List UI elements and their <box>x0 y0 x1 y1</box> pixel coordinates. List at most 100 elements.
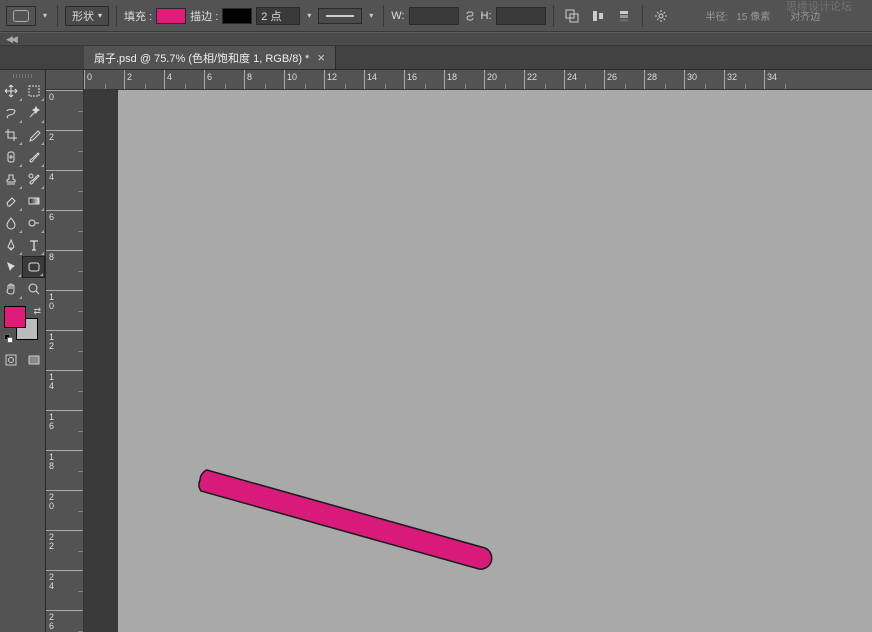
canvas-viewport[interactable] <box>84 90 872 632</box>
pen-tool[interactable] <box>0 234 23 256</box>
ruler-tick: 24 <box>564 70 604 89</box>
height-label: H: <box>481 10 492 22</box>
ruler-tick: 1 8 <box>46 450 83 490</box>
blur-tool[interactable] <box>0 212 23 234</box>
path-arrange-button[interactable] <box>613 5 635 27</box>
collapse-arrows-icon: ◀◀ <box>6 34 16 45</box>
ruler-tick: 1 6 <box>46 410 83 450</box>
separator <box>116 5 117 27</box>
ruler-tick: 0 <box>46 90 83 130</box>
width-label: W: <box>391 10 404 22</box>
ruler-tick: 2 <box>46 130 83 170</box>
dodge-tool[interactable] <box>23 212 46 234</box>
path-select-tool[interactable] <box>0 256 22 278</box>
canvas[interactable] <box>118 90 872 632</box>
collapse-bar[interactable]: ◀◀ <box>0 32 872 46</box>
ruler-tick: 28 <box>644 70 684 89</box>
ruler-tick: 1 0 <box>46 290 83 330</box>
eyedropper-tool[interactable] <box>23 124 46 146</box>
brush-tool[interactable] <box>23 146 46 168</box>
type-tool[interactable] <box>23 234 46 256</box>
tool-mode-label: 形状 <box>72 8 94 24</box>
lasso-tool[interactable] <box>0 102 23 124</box>
ruler-tick: 34 <box>764 70 804 89</box>
move-tool[interactable] <box>0 80 23 102</box>
color-swatches: ⇄ <box>4 306 42 344</box>
ruler-tick: 8 <box>244 70 284 89</box>
width-input[interactable] <box>409 7 459 25</box>
ruler-tick: 1 2 <box>46 330 83 370</box>
swap-colors-icon[interactable]: ⇄ <box>33 306 41 317</box>
ruler-tick: 4 <box>46 170 83 210</box>
stroke-style-dropdown[interactable]: ▾ <box>366 6 376 26</box>
ruler-tick: 6 <box>46 210 83 250</box>
crop-tool[interactable] <box>0 124 23 146</box>
ruler-tick: 32 <box>724 70 764 89</box>
ruler-tick: 30 <box>684 70 724 89</box>
close-icon[interactable]: × <box>317 50 325 65</box>
quickmask-standard[interactable] <box>0 350 23 370</box>
ruler-tick: 8 <box>46 250 83 290</box>
gradient-tool[interactable] <box>23 190 46 212</box>
ruler-horizontal[interactable]: 0246810121416182022242628303234 <box>84 70 872 90</box>
shape-tool[interactable] <box>22 256 45 278</box>
document-tab-title: 扇子.psd @ 75.7% (色相/饱和度 1, RGB/8) * <box>94 50 309 66</box>
chevron-down-icon: ▾ <box>98 11 102 20</box>
options-bar: ▾ 形状 ▾ 填充 : 描边 : ▾ ▾ W: H: 半径: 15 像素 对齐边 <box>0 0 872 32</box>
ruler-tick: 6 <box>204 70 244 89</box>
radius-label: 半径: <box>706 8 729 23</box>
healing-tool[interactable] <box>0 146 23 168</box>
toolbox-grip[interactable] <box>0 72 45 80</box>
separator <box>383 5 384 27</box>
pixels-text: 15 像素 <box>736 8 770 23</box>
ruler-tick: 16 <box>404 70 444 89</box>
ruler-vertical[interactable]: 024681 01 21 41 61 82 02 22 42 6 <box>46 90 84 632</box>
tool-mode-select[interactable]: 形状 ▾ <box>65 6 109 26</box>
stroke-swatch[interactable] <box>222 8 252 24</box>
ruler-tick: 20 <box>484 70 524 89</box>
align-edges-label: 对齐边 <box>790 8 820 23</box>
rounded-rect-shape[interactable] <box>188 460 508 580</box>
stroke-width-input[interactable] <box>256 7 300 25</box>
preset-dropdown-icon[interactable]: ▾ <box>40 6 50 26</box>
ruler-tick: 14 <box>364 70 404 89</box>
ruler-tick: 26 <box>604 70 644 89</box>
ruler-tick: 4 <box>164 70 204 89</box>
ruler-tick: 2 <box>124 70 164 89</box>
foreground-color[interactable] <box>4 306 26 328</box>
ruler-corner <box>46 70 84 90</box>
ruler-tick: 10 <box>284 70 324 89</box>
shape-preset-button[interactable] <box>6 6 36 26</box>
path-align-button[interactable] <box>587 5 609 27</box>
separator <box>642 5 643 27</box>
link-wh-icon[interactable] <box>463 9 477 23</box>
ruler-tick: 2 0 <box>46 490 83 530</box>
stamp-tool[interactable] <box>0 168 23 190</box>
zoom-tool[interactable] <box>23 278 46 300</box>
gear-icon[interactable] <box>650 5 672 27</box>
ruler-tick: 1 4 <box>46 370 83 410</box>
marquee-tool[interactable] <box>23 80 46 102</box>
separator <box>553 5 554 27</box>
ruler-tick: 12 <box>324 70 364 89</box>
document-tab[interactable]: 扇子.psd @ 75.7% (色相/饱和度 1, RGB/8) * × <box>84 46 336 69</box>
path-combine-button[interactable] <box>561 5 583 27</box>
magic-wand-tool[interactable] <box>23 102 46 124</box>
stroke-width-dropdown[interactable]: ▾ <box>304 6 314 26</box>
fill-swatch[interactable] <box>156 8 186 24</box>
ruler-tick: 18 <box>444 70 484 89</box>
separator <box>57 5 58 27</box>
default-colors-icon[interactable] <box>4 334 14 344</box>
hand-tool[interactable] <box>0 278 23 300</box>
screenmode-button[interactable] <box>23 350 46 370</box>
history-brush-tool[interactable] <box>23 168 46 190</box>
stroke-label: 描边 : <box>190 8 218 24</box>
stroke-style-select[interactable] <box>318 8 362 24</box>
ruler-tick: 2 2 <box>46 530 83 570</box>
toolbox: ⇄ <box>0 70 46 632</box>
eraser-tool[interactable] <box>0 190 23 212</box>
ruler-tick: 22 <box>524 70 564 89</box>
ruler-tick: 2 6 <box>46 610 83 632</box>
fill-label: 填充 : <box>124 8 152 24</box>
height-input[interactable] <box>496 7 546 25</box>
